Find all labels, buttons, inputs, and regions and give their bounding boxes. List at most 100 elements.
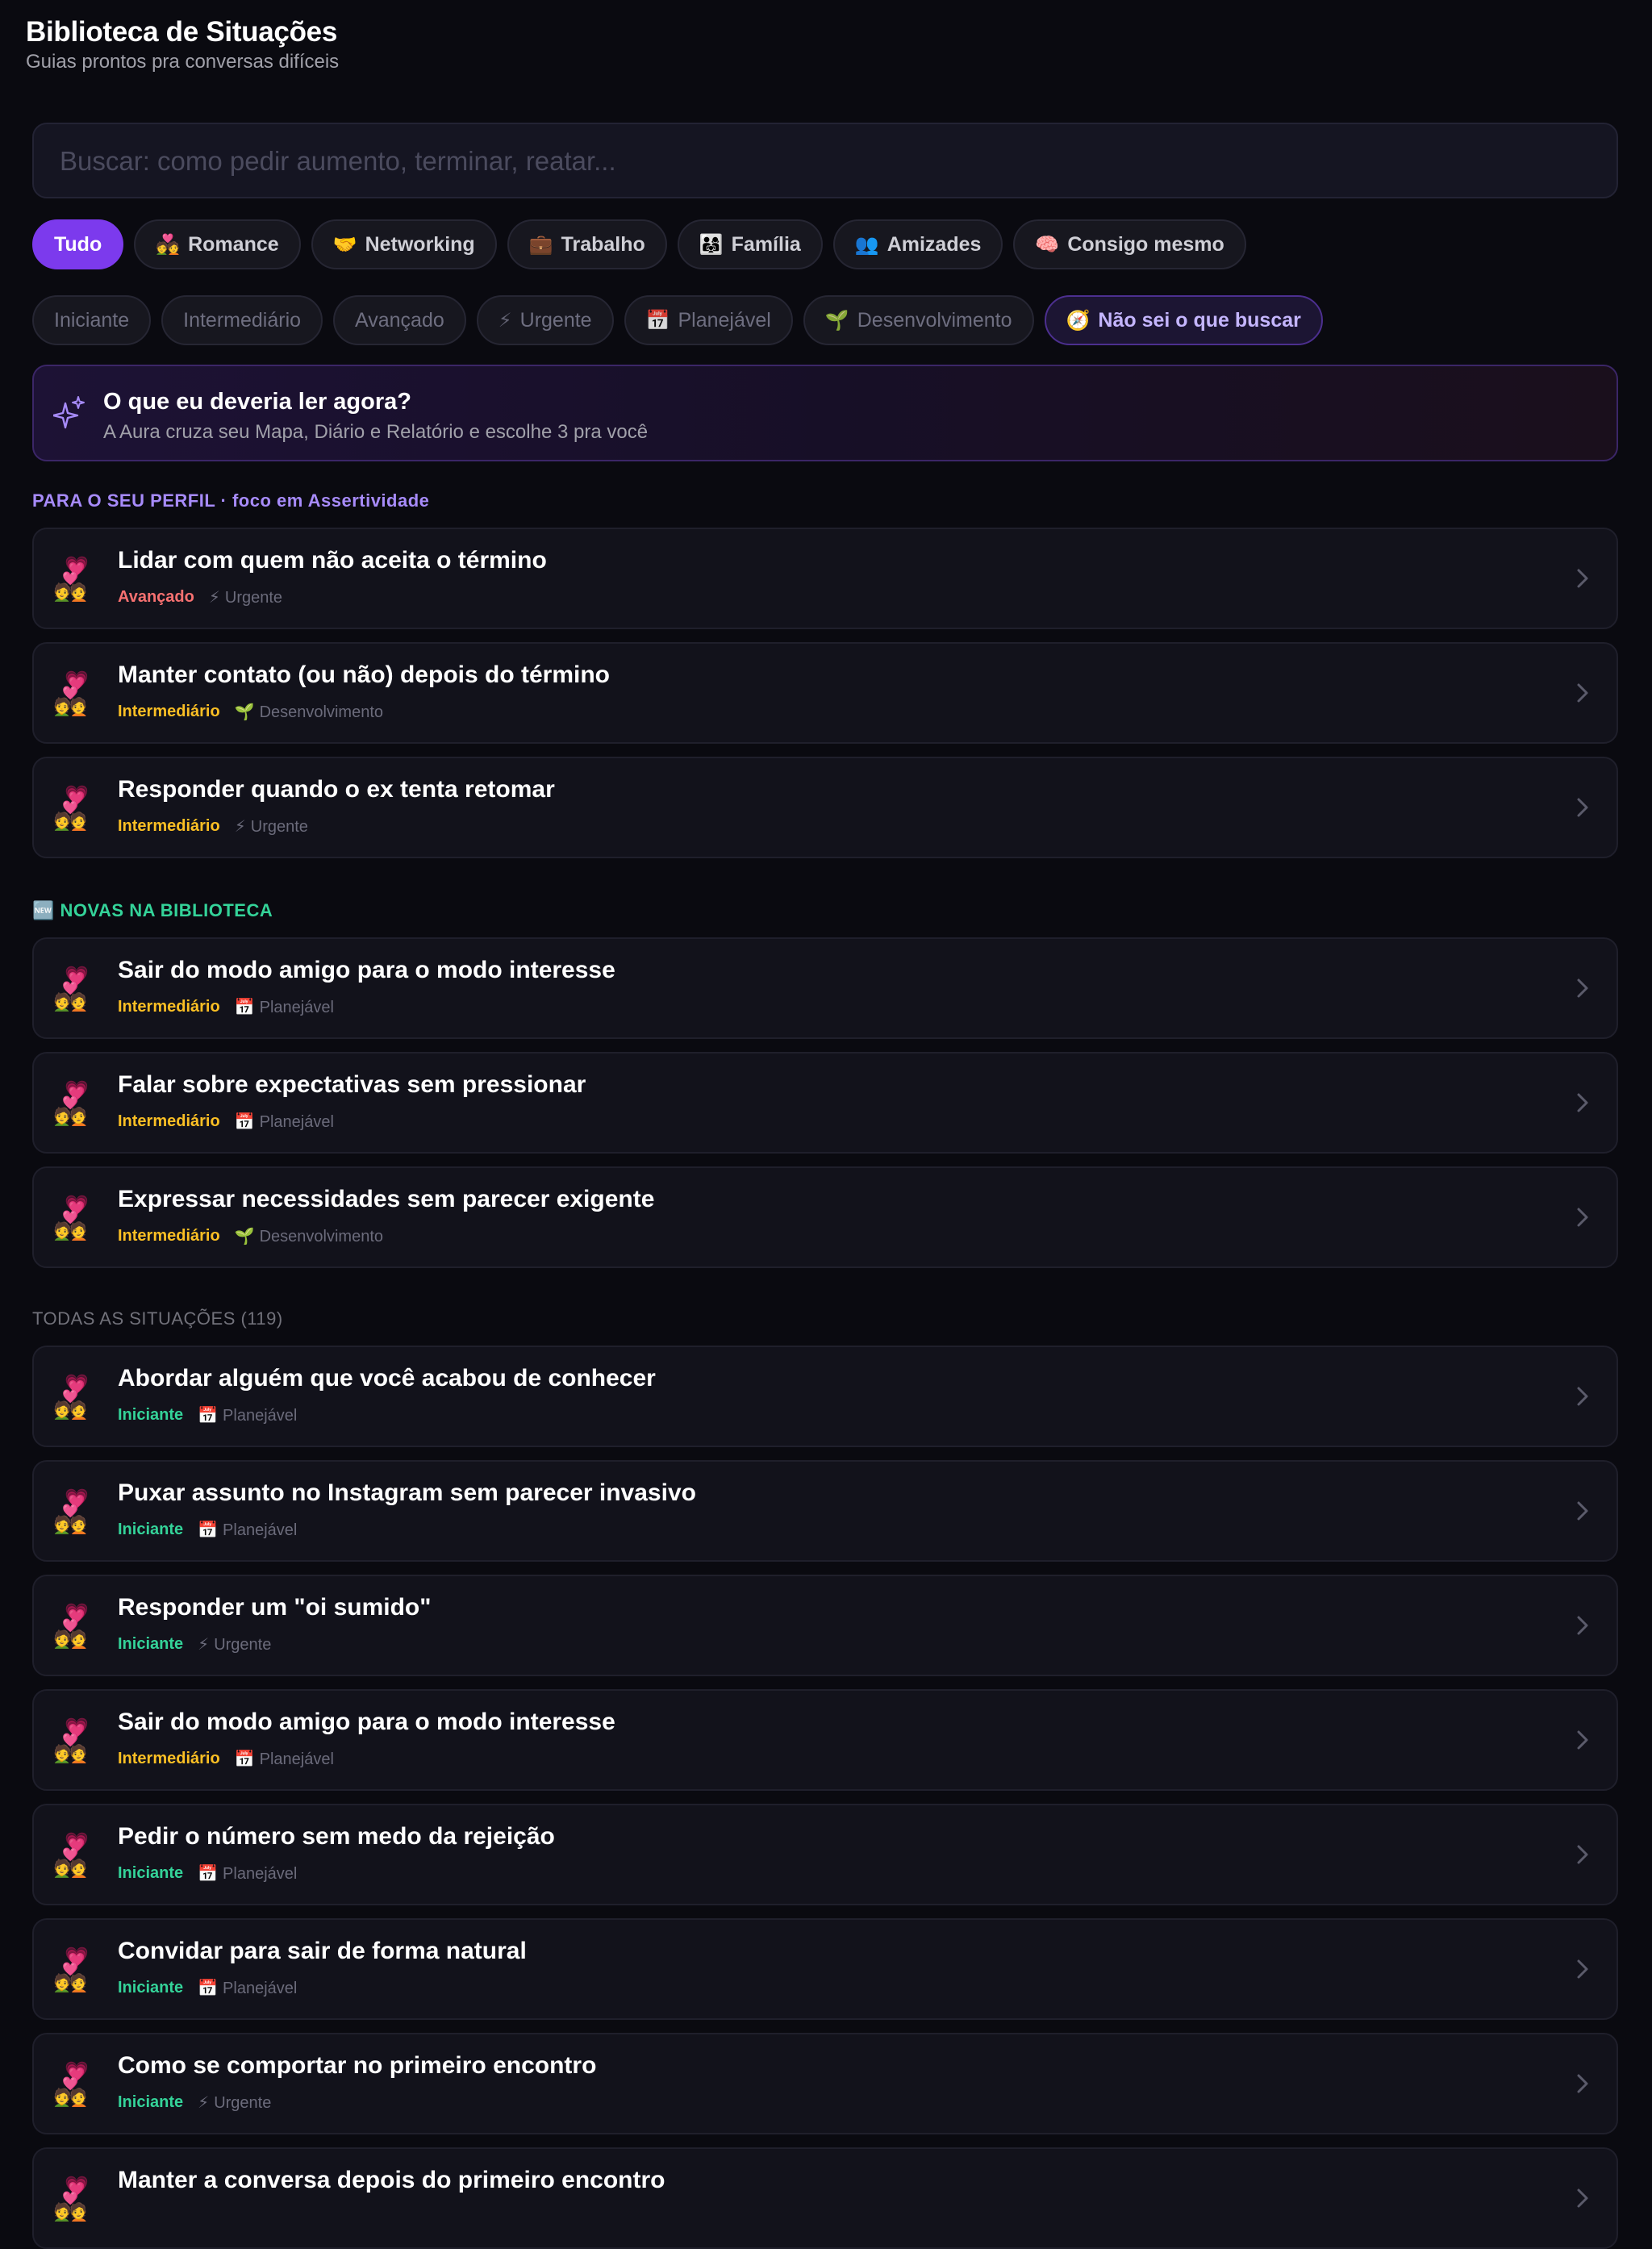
situation-card[interactable]: 💗 💑 Manter a conversa depois do primeiro e… xyxy=(32,2147,1618,2249)
couple-icon: 💑 xyxy=(53,1211,88,1241)
tag-label: Urgente xyxy=(214,2094,272,2112)
chip-avancado[interactable]: Avançado xyxy=(333,295,466,345)
situation-card[interactable]: 💗 💑 Pedir o número sem medo da rejeição Ini… xyxy=(32,1804,1618,1905)
chip-iniciante[interactable]: Iniciante xyxy=(32,295,152,345)
card-meta: Avançado ⚡ Urgente xyxy=(118,587,282,607)
situation-card[interactable]: 💗 💑 Lidar com quem não aceita o término Ava… xyxy=(32,528,1618,629)
calendar-icon: 📅 xyxy=(234,999,255,1016)
suggest-banner[interactable]: O que eu deveria ler agora? A Aura cruza… xyxy=(32,365,1618,461)
couple-icon: 💑 xyxy=(53,1734,88,1764)
situation-card[interactable]: 💗 💑 Sair do modo amigo para o modo interes… xyxy=(32,1689,1618,1791)
couple-heart-icon: 💗 💑 xyxy=(53,1717,102,1767)
tag-label: Planejável xyxy=(223,1521,298,1539)
couple-icon: 💑 xyxy=(53,1096,88,1127)
chip-romance[interactable]: 💑 Romance xyxy=(134,219,301,269)
tag-label: Planejável xyxy=(259,999,334,1016)
seedling-icon: 🌱 xyxy=(234,1228,255,1246)
card-title: Puxar assunto no Instagram sem parecer i… xyxy=(118,1479,696,1506)
chip-label: Não sei o que buscar xyxy=(1098,308,1301,332)
tag-badge: 🌱 Desenvolvimento xyxy=(228,1226,383,1246)
chip-nao-sei-o-que-buscar[interactable]: 🧭 Não sei o que buscar xyxy=(1044,295,1323,345)
calendar-icon: 📅 xyxy=(234,1113,255,1131)
card-title: Sair do modo amigo para o modo interesse xyxy=(118,957,615,983)
couple-icon: 💑 xyxy=(53,1390,88,1421)
tag-label: Planejável xyxy=(259,1750,334,1768)
chip-intermediario[interactable]: Intermediário xyxy=(161,295,323,345)
chip-amizades[interactable]: 👥 Amizades xyxy=(832,219,1003,269)
situation-card[interactable]: 💗 💑 Como se comportar no primeiro encontro… xyxy=(32,2033,1618,2134)
tag-label: Desenvolvimento xyxy=(259,1228,384,1246)
card-title: Manter a conversa depois do primeiro enc… xyxy=(118,2167,665,2193)
tag-label: Urgente xyxy=(214,1636,272,1654)
level-badge: Intermediário xyxy=(118,1112,220,1130)
level-badge: Avançado xyxy=(118,588,194,606)
chip-tudo[interactable]: Tudo xyxy=(32,219,124,269)
couple-heart-icon: 💗 💑 xyxy=(53,2060,102,2110)
card-meta: Intermediário ⚡ Urgente xyxy=(118,816,308,837)
tag-label: Planejável xyxy=(223,1407,298,1425)
chevron-right-icon xyxy=(1577,1730,1588,1750)
calendar-icon: 📅 xyxy=(198,1865,219,1883)
couple-icon: 💑 xyxy=(53,572,88,603)
calendar-icon: 📅 xyxy=(198,1980,219,1997)
card-title: Expressar necessidades sem parecer exige… xyxy=(118,1186,655,1212)
chip-planejavel[interactable]: 📅 Planejável xyxy=(624,295,793,345)
suggest-title: O que eu deveria ler agora? xyxy=(103,389,411,415)
situation-card[interactable]: 💗 💑 Responder um "oi sumido" Iniciante ⚡ Urge… xyxy=(32,1575,1618,1676)
level-badge: Intermediário xyxy=(118,1750,220,1767)
chip-desenvolvimento[interactable]: 🌱 Desenvolvimento xyxy=(803,295,1034,345)
header: Biblioteca de Situações Guias prontos pr… xyxy=(26,15,339,74)
card-title: Sair do modo amigo para o modo interesse xyxy=(118,1709,615,1735)
couple-icon: 💑 xyxy=(53,1619,88,1650)
chevron-right-icon xyxy=(1577,1845,1588,1864)
situation-card[interactable]: 💗 💑 Sair do modo amigo para o modo interes… xyxy=(32,937,1618,1039)
calendar-icon: 📅 xyxy=(645,309,670,332)
chip-label: Iniciante xyxy=(54,308,130,332)
chip-label: Romance xyxy=(188,232,279,256)
card-meta: Intermediário 📅 Planejável xyxy=(118,1749,334,1769)
situation-card[interactable]: 💗 💑 Puxar assunto no Instagram sem parecer… xyxy=(32,1460,1618,1562)
level-badge: Iniciante xyxy=(118,1521,184,1538)
couple-icon: 💑 xyxy=(53,1848,88,1879)
chip-urgente[interactable]: ⚡ Urgente xyxy=(476,295,614,345)
tag-badge: 📅 Planejável xyxy=(228,1112,334,1132)
tag-badge: ⚡ Urgente xyxy=(228,816,308,837)
search-input[interactable] xyxy=(58,124,1596,198)
chip-consigo-mesmo[interactable]: 🧠 Consigo mesmo xyxy=(1013,219,1246,269)
card-meta: Iniciante 📅 Planejável xyxy=(118,1863,297,1884)
chip-familia[interactable]: 👨‍👩‍👧 Família xyxy=(677,219,823,269)
situation-card[interactable]: 💗 💑 Convidar para sair de forma natural Ini… xyxy=(32,1918,1618,2020)
chip-networking[interactable]: 🤝 Networking xyxy=(311,219,497,269)
handshake-icon: 🤝 xyxy=(332,233,357,256)
chip-trabalho[interactable]: 💼 Trabalho xyxy=(507,219,667,269)
card-title: Responder um "oi sumido" xyxy=(118,1594,432,1621)
couple-icon: 💑 xyxy=(53,801,88,832)
couple-heart-icon: 💑 xyxy=(156,233,181,256)
couple-icon: 💑 xyxy=(53,1963,88,1993)
chevron-right-icon xyxy=(1577,2188,1588,2208)
tag-label: Planejável xyxy=(223,1865,298,1883)
couple-heart-icon: 💗 💑 xyxy=(53,1946,102,1996)
chevron-right-icon xyxy=(1577,1387,1588,1406)
card-title: Como se comportar no primeiro encontro xyxy=(118,2052,597,2079)
chip-label: Urgente xyxy=(519,308,592,332)
tag-label: Desenvolvimento xyxy=(259,703,384,721)
page-title: Biblioteca de Situações xyxy=(26,16,337,48)
situation-card[interactable]: 💗 💑 Abordar alguém que você acabou de conh… xyxy=(32,1346,1618,1447)
situation-card[interactable]: 💗 💑 Falar sobre expectativas sem pressiona… xyxy=(32,1052,1618,1154)
tag-label: Planejável xyxy=(259,1113,334,1131)
situation-card[interactable]: 💗 💑 Manter contato (ou não) depois do térm… xyxy=(32,642,1618,744)
card-meta: Iniciante ⚡ Urgente xyxy=(118,1634,271,1654)
tag-badge: 🌱 Desenvolvimento xyxy=(228,702,383,722)
lightning-icon: ⚡ xyxy=(234,818,246,836)
card-title: Pedir o número sem medo da rejeição xyxy=(118,1823,555,1850)
level-badge: Iniciante xyxy=(118,1979,184,1997)
couple-heart-icon: 💗 💑 xyxy=(53,2175,102,2225)
chevron-right-icon xyxy=(1577,798,1588,817)
tag-badge: 📅 Planejável xyxy=(191,1520,297,1540)
situation-card[interactable]: 💗 💑 Expressar necessidades sem parecer exi… xyxy=(32,1166,1618,1268)
calendar-icon: 📅 xyxy=(198,1521,219,1539)
situation-card[interactable]: 💗 💑 Responder quando o ex tenta retomar Int… xyxy=(32,757,1618,858)
tag-label: Urgente xyxy=(250,818,308,836)
search-box[interactable] xyxy=(32,123,1618,198)
